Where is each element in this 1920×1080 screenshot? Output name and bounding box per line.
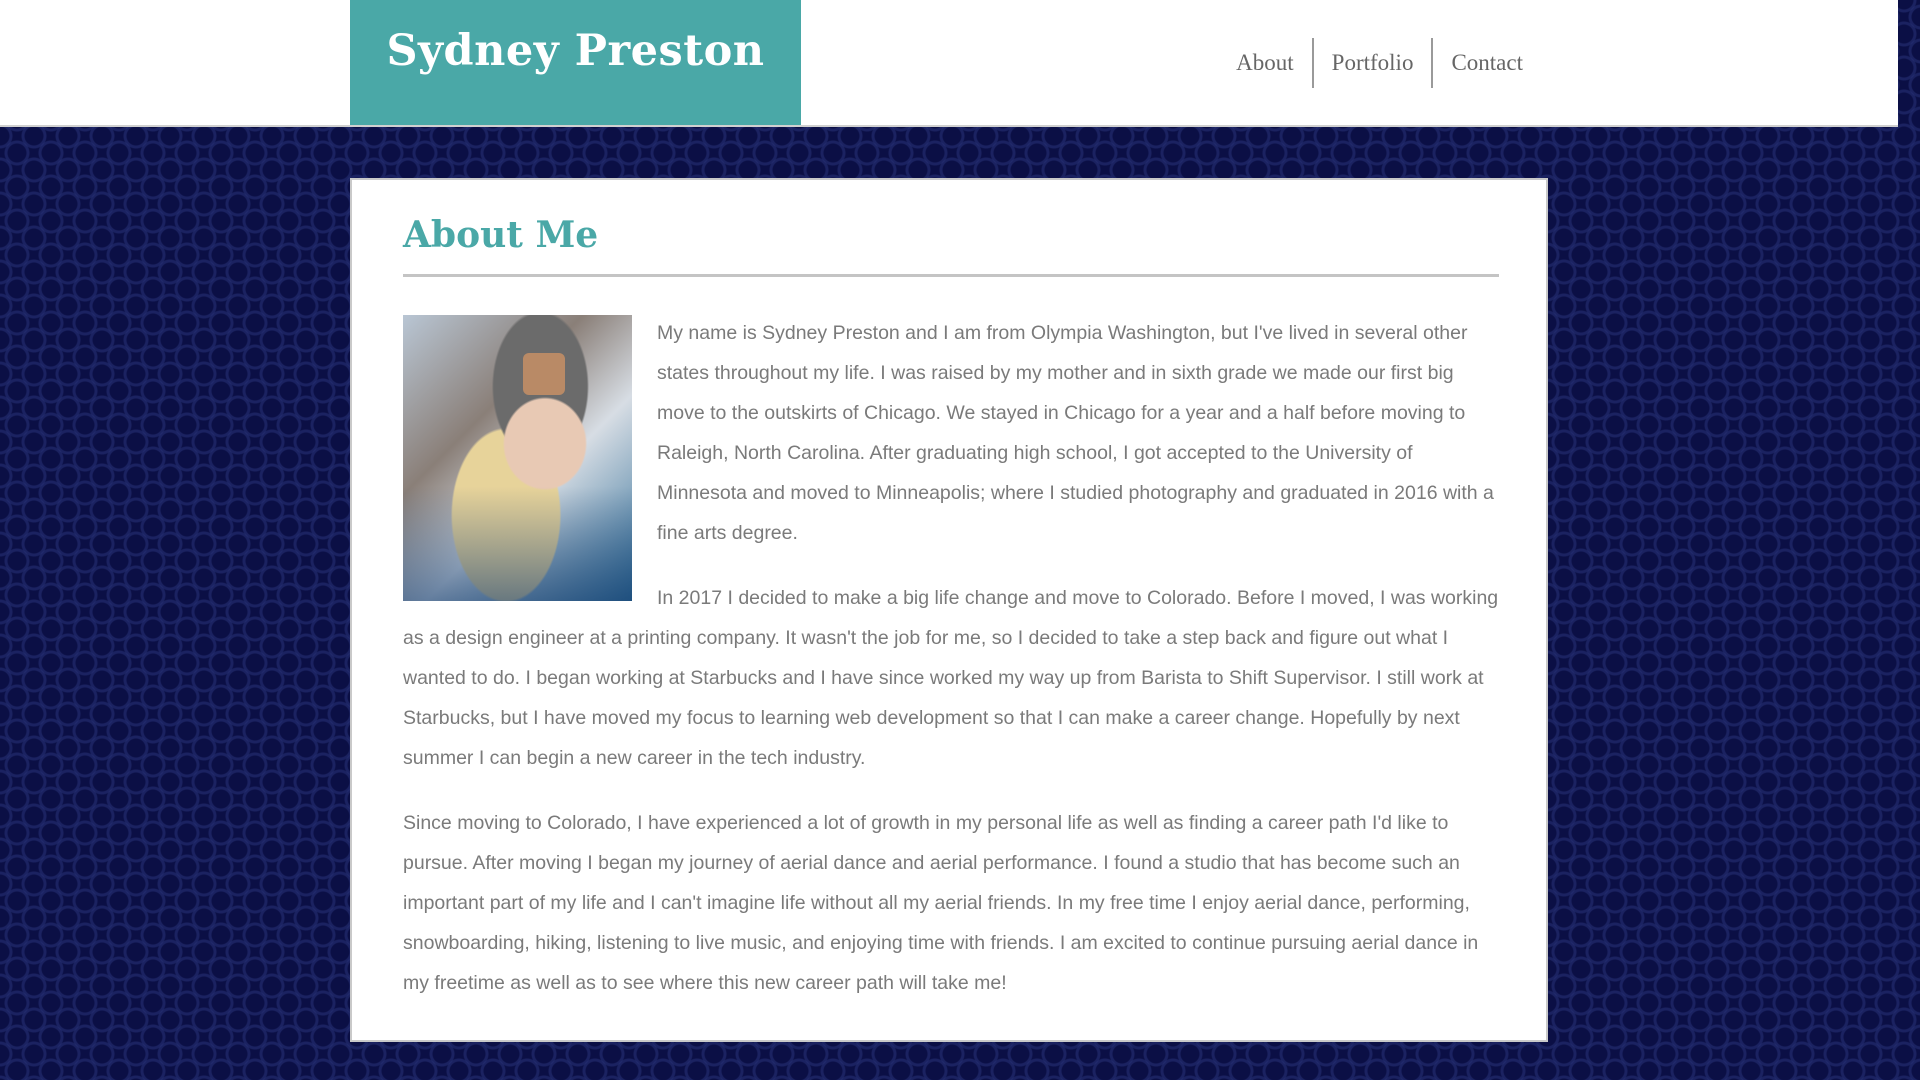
nav-contact-link[interactable]: Contact bbox=[1433, 38, 1541, 88]
page-title: About Me bbox=[403, 214, 599, 256]
site-title[interactable]: Sydney Preston bbox=[386, 26, 764, 76]
bio-paragraph: In 2017 I decided to make a big life cha… bbox=[403, 587, 1499, 769]
site-header: Sydney Preston About Portfolio Contact bbox=[0, 0, 1898, 127]
brand-block[interactable]: Sydney Preston bbox=[350, 0, 801, 125]
title-divider bbox=[403, 274, 1499, 277]
main-nav: About Portfolio Contact bbox=[1218, 38, 1541, 88]
profile-photo bbox=[403, 315, 632, 601]
about-content: About Me My name is Sydney Preston and I… bbox=[403, 202, 1499, 1028]
nav-portfolio-link[interactable]: Portfolio bbox=[1314, 38, 1432, 88]
bio-paragraph: Since moving to Colorado, I have experie… bbox=[403, 812, 1479, 994]
nav-about-link[interactable]: About bbox=[1218, 38, 1312, 88]
about-card: About Me My name is Sydney Preston and I… bbox=[350, 178, 1548, 1042]
hat-patch-graphic bbox=[523, 353, 565, 395]
